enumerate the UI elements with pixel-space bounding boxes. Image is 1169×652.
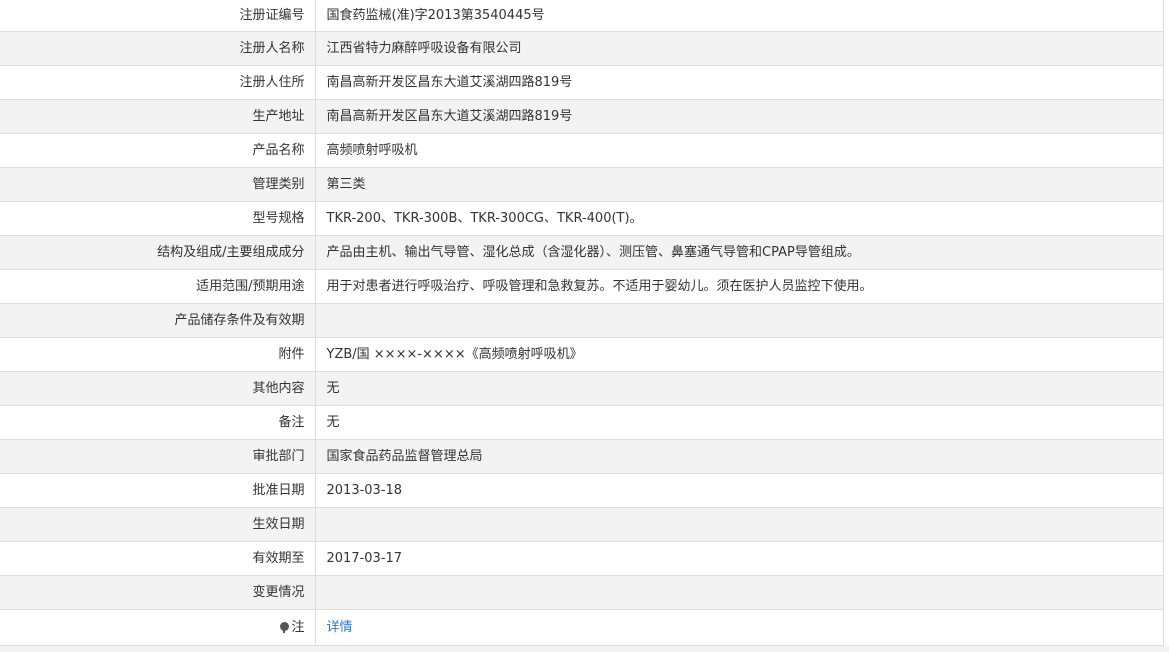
table-row: 生产地址 南昌高新开发区昌东大道艾溪湖四路819号 xyxy=(0,99,1164,134)
row-label: 审批部门 xyxy=(0,439,316,474)
table-row: 产品名称 高频喷射呼吸机 xyxy=(0,133,1164,168)
row-value: 产品由主机、输出气导管、湿化总成（含湿化器）、测压管、鼻塞通气导管和CPAP导管… xyxy=(315,235,1164,270)
note-row: 注 详情 xyxy=(0,609,1164,646)
row-value: 国食药监械(准)字2013第3540445号 xyxy=(315,0,1164,32)
row-value: 第三类 xyxy=(315,167,1164,202)
table-row: 管理类别 第三类 xyxy=(0,167,1164,202)
row-label: 生产地址 xyxy=(0,99,316,134)
table-row: 注册人名称 江西省特力麻醉呼吸设备有限公司 xyxy=(0,31,1164,66)
row-value: 江西省特力麻醉呼吸设备有限公司 xyxy=(315,31,1164,66)
row-label: 变更情况 xyxy=(0,575,316,610)
row-label: 有效期至 xyxy=(0,541,316,576)
table-row: 审批部门 国家食品药品监督管理总局 xyxy=(0,439,1164,474)
row-value xyxy=(315,575,1164,610)
table-row: 注册人住所 南昌高新开发区昌东大道艾溪湖四路819号 xyxy=(0,65,1164,100)
row-value: 2017-03-17 xyxy=(315,541,1164,576)
row-label: 注册证编号 xyxy=(0,0,316,32)
row-value: 南昌高新开发区昌东大道艾溪湖四路819号 xyxy=(315,99,1164,134)
row-label: 型号规格 xyxy=(0,201,316,236)
row-label: 备注 xyxy=(0,405,316,440)
bottom-strip xyxy=(0,646,1169,652)
table-row: 变更情况 xyxy=(0,575,1164,610)
row-value: 无 xyxy=(315,371,1164,406)
row-value xyxy=(315,303,1164,338)
pin-icon xyxy=(280,622,290,633)
table-row: 结构及组成/主要组成成分 产品由主机、输出气导管、湿化总成（含湿化器）、测压管、… xyxy=(0,235,1164,270)
table-row: 附件 YZB/国 ××××-××××《高频喷射呼吸机》 xyxy=(0,337,1164,372)
row-label: 生效日期 xyxy=(0,507,316,542)
row-label: 管理类别 xyxy=(0,167,316,202)
row-label: 注册人住所 xyxy=(0,65,316,100)
table-row: 适用范围/预期用途 用于对患者进行呼吸治疗、呼吸管理和急救复苏。不适用于婴幼儿。… xyxy=(0,269,1164,304)
registration-detail-table: 注册证编号 国食药监械(准)字2013第3540445号 注册人名称 江西省特力… xyxy=(0,0,1164,646)
table-row: 其他内容 无 xyxy=(0,371,1164,406)
table-row: 型号规格 TKR-200、TKR-300B、TKR-300CG、TKR-400(… xyxy=(0,201,1164,236)
table-row: 有效期至 2017-03-17 xyxy=(0,541,1164,576)
row-value: 南昌高新开发区昌东大道艾溪湖四路819号 xyxy=(315,65,1164,100)
row-value xyxy=(315,507,1164,542)
table-row: 批准日期 2013-03-18 xyxy=(0,473,1164,508)
table-right-border xyxy=(1163,0,1164,646)
row-value: 国家食品药品监督管理总局 xyxy=(315,439,1164,474)
row-value: 高频喷射呼吸机 xyxy=(315,133,1164,168)
row-value: 用于对患者进行呼吸治疗、呼吸管理和急救复苏。不适用于婴幼儿。须在医护人员监控下使… xyxy=(315,269,1164,304)
note-value-cell: 详情 xyxy=(315,609,1164,646)
table-row: 生效日期 xyxy=(0,507,1164,542)
row-value: YZB/国 ××××-××××《高频喷射呼吸机》 xyxy=(315,337,1164,372)
row-value: 无 xyxy=(315,405,1164,440)
row-label: 附件 xyxy=(0,337,316,372)
row-label: 产品名称 xyxy=(0,133,316,168)
note-label: 注 xyxy=(291,620,305,635)
table-row: 产品储存条件及有效期 xyxy=(0,303,1164,338)
row-label: 注册人名称 xyxy=(0,31,316,66)
table-row: 注册证编号 国食药监械(准)字2013第3540445号 xyxy=(0,0,1164,32)
details-link[interactable]: 详情 xyxy=(327,620,353,635)
row-label: 结构及组成/主要组成成分 xyxy=(0,235,316,270)
registration-detail-page: 注册证编号 国食药监械(准)字2013第3540445号 注册人名称 江西省特力… xyxy=(0,0,1169,652)
row-value: TKR-200、TKR-300B、TKR-300CG、TKR-400(T)。 xyxy=(315,201,1164,236)
row-label: 适用范围/预期用途 xyxy=(0,269,316,304)
note-label-cell: 注 xyxy=(0,609,316,646)
row-value: 2013-03-18 xyxy=(315,473,1164,508)
table-row: 备注 无 xyxy=(0,405,1164,440)
row-label: 产品储存条件及有效期 xyxy=(0,303,316,338)
row-label: 批准日期 xyxy=(0,473,316,508)
row-label: 其他内容 xyxy=(0,371,316,406)
